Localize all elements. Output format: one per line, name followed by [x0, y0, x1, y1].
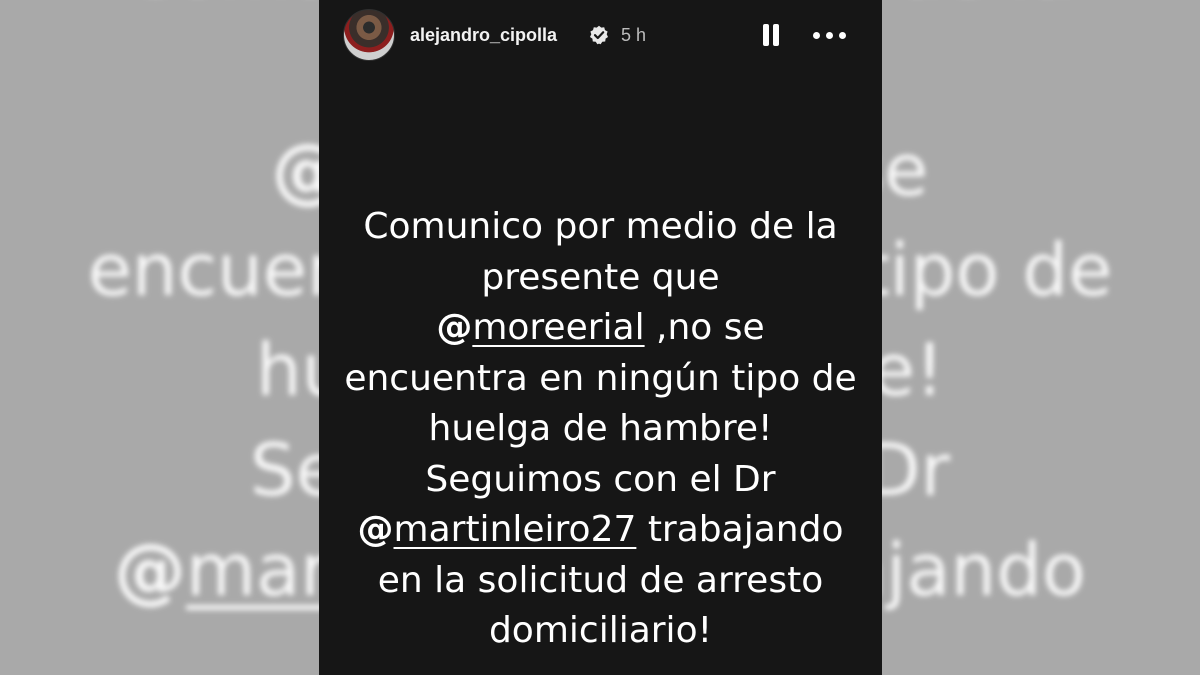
message-line: Comunico por medio de la: [363, 206, 838, 247]
more-options-icon: [839, 32, 846, 39]
story-viewer: Comunico por medio de la presente que @m…: [0, 0, 1200, 675]
message-line: encuentra en ningún tipo de: [344, 357, 857, 399]
threads-at-icon: @: [436, 307, 473, 348]
story-message: Comunico por medio de la presente que @m…: [319, 202, 882, 657]
more-options-icon: [826, 32, 833, 39]
username-link[interactable]: alejandro_cipolla: [410, 24, 557, 46]
mention-text: martinleiro27: [393, 509, 637, 550]
message-line: domiciliario!: [488, 610, 713, 651]
message-line: Seguimos con el Dr: [425, 458, 776, 500]
story-panel: alejandro_cipolla 5 h Comunico por medio…: [319, 0, 882, 675]
story-header: alejandro_cipolla 5 h: [319, 0, 882, 70]
threads-at-icon: @: [357, 509, 394, 550]
pause-icon: [773, 24, 779, 46]
mention-martinleiro27[interactable]: @martinleiro27: [358, 509, 637, 550]
post-time: 5 h: [621, 25, 647, 45]
message-line: huelga de hambre!: [428, 408, 773, 449]
mention-moreerial[interactable]: @moreerial: [436, 307, 644, 348]
more-options-button[interactable]: [807, 18, 853, 52]
message-line: @martinleiro27 trabajando: [319, 505, 882, 556]
message-line: presente que: [481, 256, 720, 298]
more-options-icon: [813, 32, 820, 39]
threads-at-icon: @: [114, 528, 187, 612]
message-text: trabajando: [636, 509, 844, 550]
message-line: en la solicitud de arresto: [377, 559, 824, 601]
message-text: ,no se: [644, 307, 765, 348]
avatar[interactable]: [343, 9, 395, 61]
message-line: @moreerial ,no se: [319, 303, 882, 354]
verified-badge-icon: [590, 25, 608, 45]
pause-icon: [763, 24, 769, 46]
mention-text: moreerial: [472, 307, 645, 348]
pause-button[interactable]: [756, 18, 786, 52]
